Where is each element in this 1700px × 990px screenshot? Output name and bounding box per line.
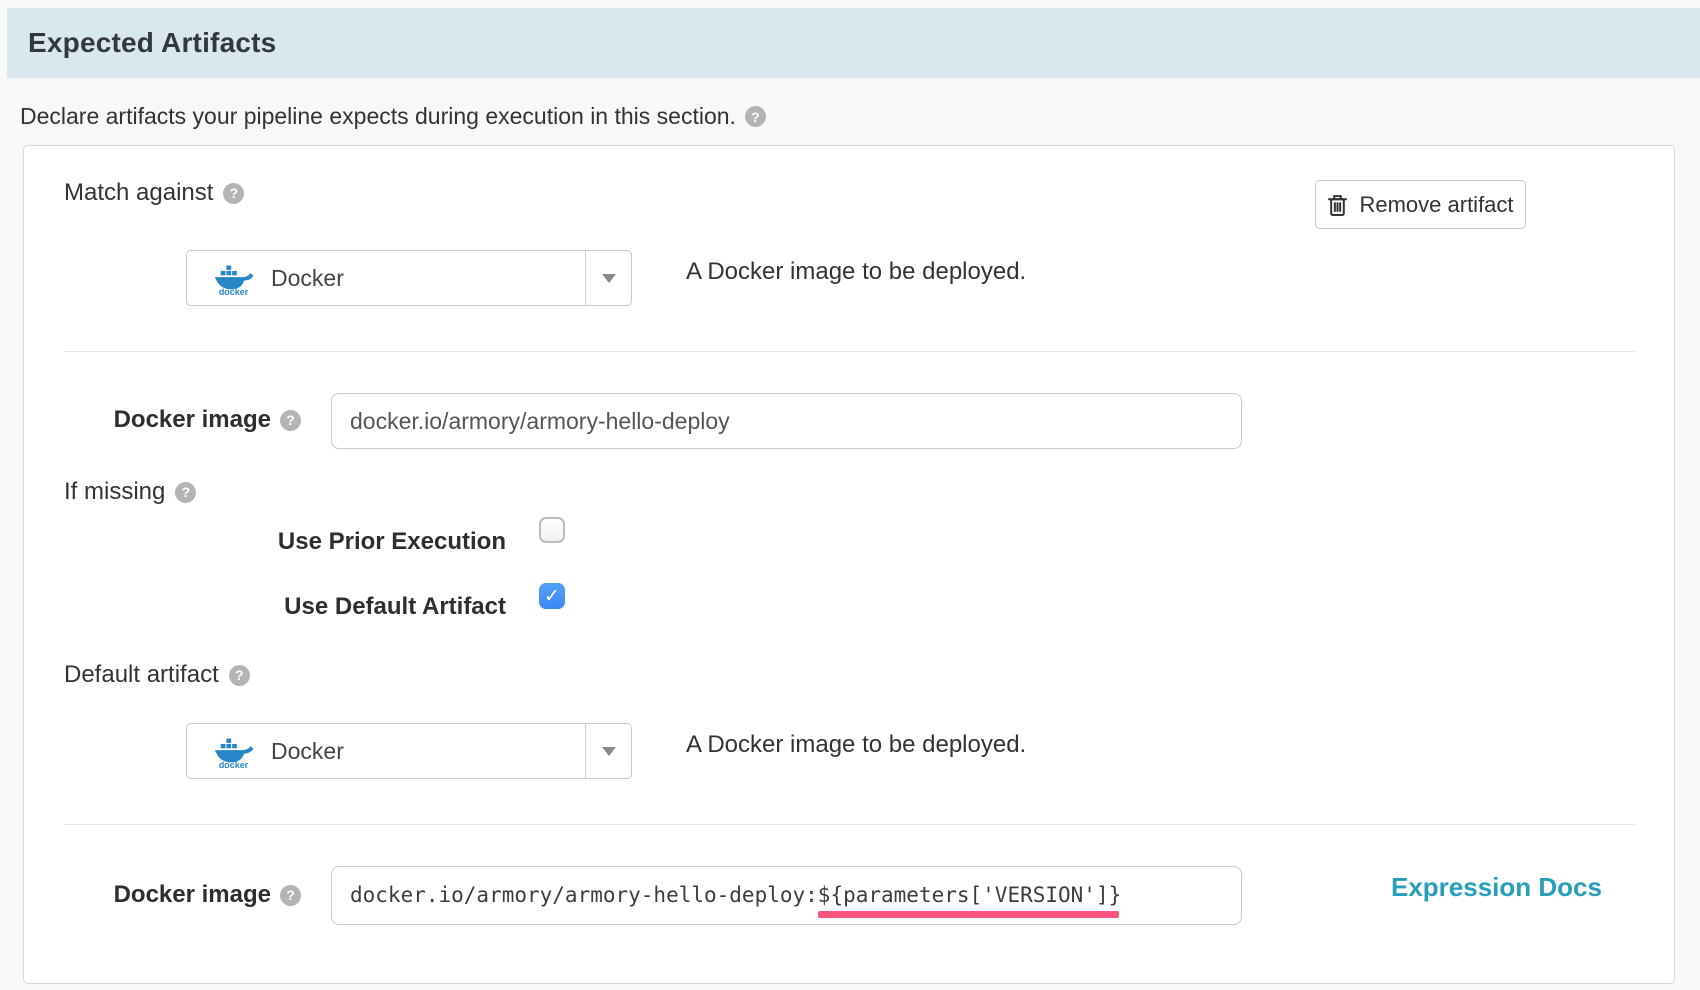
use-prior-execution-label: Use Prior Execution <box>164 526 506 558</box>
docker-logo-icon: docker <box>213 734 255 769</box>
use-default-artifact-checkbox[interactable]: ✓ <box>539 583 565 609</box>
default-artifact-kind-value: Docker <box>271 738 344 765</box>
divider <box>64 351 1636 352</box>
docker-image-input[interactable] <box>331 393 1242 449</box>
match-against-label: Match against <box>64 179 213 207</box>
help-icon[interactable]: ? <box>745 106 766 127</box>
help-icon[interactable]: ? <box>229 665 250 686</box>
expected-artifact-card: Match against ? Remove artifact do <box>23 145 1675 984</box>
if-missing-label: If missing <box>64 478 165 506</box>
default-docker-image-input[interactable]: docker.io/armory/armory-hello-deploy: ${… <box>331 866 1242 925</box>
section-header: Expected Artifacts <box>7 8 1700 78</box>
remove-artifact-button[interactable]: Remove artifact <box>1315 180 1526 229</box>
page-title: Expected Artifacts <box>28 27 276 59</box>
default-artifact-label: Default artifact <box>64 661 219 689</box>
default-artifact-label-row: Default artifact ? <box>64 661 250 689</box>
help-icon[interactable]: ? <box>175 482 196 503</box>
docker-image-label-row: Docker image ? <box>64 404 301 436</box>
help-icon[interactable]: ? <box>280 410 301 431</box>
default-artifact-kind-selected-option: docker Docker <box>187 724 585 778</box>
remove-artifact-label: Remove artifact <box>1359 192 1513 218</box>
default-docker-image-label: Docker image <box>114 881 271 909</box>
section-description-text: Declare artifacts your pipeline expects … <box>20 103 736 130</box>
help-icon[interactable]: ? <box>223 183 244 204</box>
chevron-down-icon <box>602 747 616 756</box>
svg-text:docker: docker <box>219 760 249 769</box>
help-icon[interactable]: ? <box>280 885 301 906</box>
section-description: Declare artifacts your pipeline expects … <box>20 103 766 130</box>
default-artifact-kind-description: A Docker image to be deployed. <box>686 731 1026 759</box>
select-arrow-button[interactable] <box>585 724 631 778</box>
image-value-expression: ${parameters['VERSION']} <box>818 885 1121 906</box>
artifact-kind-selected-option: docker Docker <box>187 251 585 305</box>
trash-icon <box>1327 193 1348 217</box>
divider <box>64 824 1636 825</box>
chevron-down-icon <box>602 274 616 283</box>
match-against-label-row: Match against ? <box>64 179 244 207</box>
if-missing-label-row: If missing ? <box>64 478 196 506</box>
svg-text:docker: docker <box>219 287 249 296</box>
docker-logo-icon: docker <box>213 261 255 296</box>
docker-image-label: Docker image <box>114 406 271 434</box>
expression-docs-link[interactable]: Expression Docs <box>1391 872 1602 903</box>
use-default-artifact-label: Use Default Artifact <box>164 591 506 623</box>
artifact-kind-select[interactable]: docker Docker <box>186 250 632 306</box>
image-value-prefix: docker.io/armory/armory-hello-deploy: <box>350 885 818 906</box>
default-artifact-kind-select[interactable]: docker Docker <box>186 723 632 779</box>
artifact-kind-value: Docker <box>271 265 344 292</box>
artifact-kind-description: A Docker image to be deployed. <box>686 258 1026 286</box>
check-icon: ✓ <box>544 587 560 606</box>
use-prior-execution-checkbox[interactable]: ✓ <box>539 517 565 543</box>
default-docker-image-label-row: Docker image ? <box>64 879 301 911</box>
select-arrow-button[interactable] <box>585 251 631 305</box>
